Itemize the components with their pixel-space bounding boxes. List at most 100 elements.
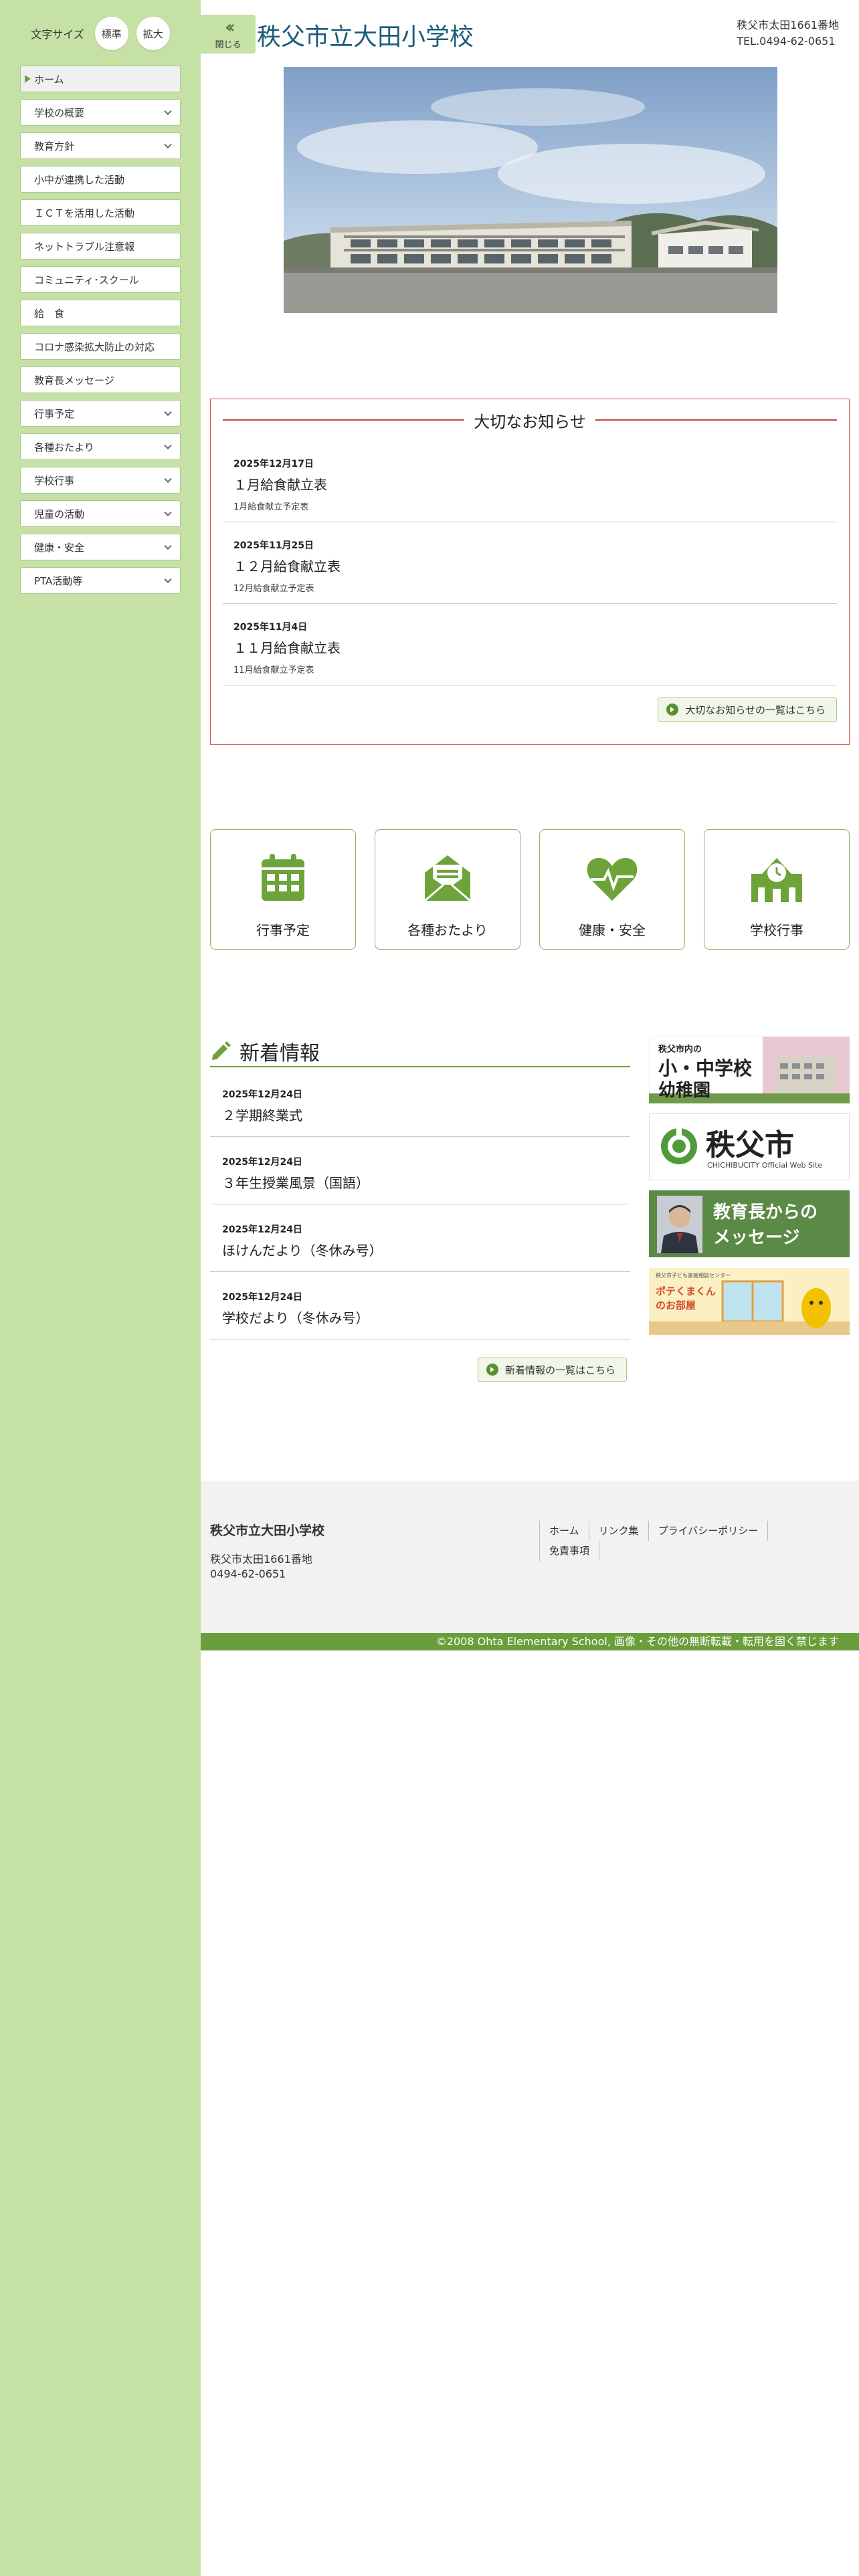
- circle-arrow-right-icon: [486, 1364, 498, 1376]
- hero-school-photo: [284, 67, 777, 313]
- news-date: 2025年12月24日: [222, 1157, 302, 1168]
- news-more-label: 新着情報の一覧はこちら: [505, 1364, 616, 1376]
- news-item[interactable]: 2025年12月24日 学校だより（冬休み号）: [210, 1273, 630, 1339]
- sidebar-item[interactable]: 学校行事: [20, 467, 181, 494]
- news-title-text[interactable]: ほけんだより（冬休み号）: [222, 1240, 383, 1259]
- news-title-text[interactable]: ２学期終業式: [222, 1105, 302, 1124]
- notice-date: 2025年11月4日: [233, 622, 308, 633]
- close-sidebar-button[interactable]: ‹‹ 閉じる: [201, 15, 256, 53]
- city-emblem-icon: [661, 1128, 697, 1164]
- sidebar-item-label: 健康・安全: [34, 541, 85, 554]
- banner-schools-line3: 幼稚園: [658, 1081, 711, 1101]
- notice-title[interactable]: １１月給食献立表: [233, 637, 341, 657]
- banner-message-line1: 教育長からの: [713, 1202, 818, 1222]
- sidebar-item[interactable]: コロナ感染拡大防止の対応: [20, 333, 181, 360]
- chevron-down-icon[interactable]: [164, 107, 172, 116]
- sidebar-item[interactable]: 各種おたより: [20, 433, 181, 460]
- notice-item[interactable]: 2025年11月25日 １２月給食献立表 12月給食献立予定表: [223, 522, 837, 604]
- notices-heading: 大切なお知らせ: [223, 410, 837, 431]
- close-label: 閉じる: [215, 39, 242, 50]
- notice-title[interactable]: １月給食献立表: [233, 474, 327, 494]
- superintendent-portrait: [657, 1196, 702, 1253]
- news-more-button[interactable]: 新着情報の一覧はこちら: [478, 1358, 628, 1382]
- notices-title: 大切なお知らせ: [474, 412, 586, 431]
- heart-pulse-icon: [587, 858, 638, 901]
- sidebar-item[interactable]: ホーム: [20, 66, 181, 92]
- sidebar-item-label: 教育長メッセージ: [34, 374, 114, 387]
- chevron-down-icon[interactable]: [164, 441, 172, 450]
- footer-link-home[interactable]: ホーム: [539, 1521, 589, 1541]
- quick-link-events[interactable]: 行事予定: [210, 829, 356, 950]
- sidebar-item[interactable]: 教育長メッセージ: [20, 366, 181, 393]
- news-date: 2025年12月24日: [222, 1089, 302, 1100]
- chevron-down-icon[interactable]: [164, 408, 172, 417]
- chevron-down-icon[interactable]: [164, 542, 172, 550]
- notice-title[interactable]: １２月給食献立表: [233, 556, 341, 575]
- banner-schools-line1: 秩父市内の: [658, 1045, 702, 1055]
- footer-link-privacy[interactable]: プライバシーポリシー: [648, 1521, 769, 1541]
- news-title-text[interactable]: ３年生授業風景（国語）: [222, 1172, 369, 1192]
- banner-message-line2: メッセージ: [713, 1228, 800, 1248]
- sidebar-item[interactable]: 児童の活動: [20, 500, 181, 527]
- notice-item[interactable]: 2025年12月17日 １月給食献立表 1月給食献立予定表: [223, 441, 837, 522]
- sidebar: 文字サイズ 標準 拡大 ホーム学校の概要教育方針小中が連携した活動 ＩＣＴを活用し…: [0, 0, 201, 2576]
- footer-link-disclaimer[interactable]: 免責事項: [539, 1541, 600, 1561]
- banner-chichibu-city[interactable]: 秩父市 CHICHIBUCITY Official Web Site: [649, 1113, 850, 1180]
- quick-link-health[interactable]: 健康・安全: [539, 829, 685, 950]
- header-tel: TEL.0494-62-0651: [737, 35, 836, 47]
- pencil-icon: [212, 1041, 231, 1060]
- sidebar-item[interactable]: 給 食: [20, 300, 181, 326]
- news-title-text[interactable]: 学校だより（冬休み号）: [222, 1307, 369, 1327]
- chevron-down-icon[interactable]: [164, 140, 172, 149]
- footer-links: ホーム リンク集 プライバシーポリシー免責事項: [539, 1521, 847, 1561]
- font-size-label: 文字サイズ: [31, 28, 84, 41]
- sidebar-item[interactable]: 行事予定: [20, 400, 181, 427]
- quick-link-label: 各種おたより: [407, 922, 488, 938]
- notice-subtitle: 1月給食献立予定表: [233, 502, 309, 512]
- quick-link-letters[interactable]: 各種おたより: [375, 829, 520, 950]
- sidebar-item[interactable]: 学校の概要: [20, 99, 181, 126]
- banner-schools[interactable]: 秩父市内の 小・中学校 幼稚園: [649, 1037, 850, 1103]
- chevron-down-icon[interactable]: [164, 475, 172, 484]
- site-title[interactable]: 秩父市立大田小学校: [257, 17, 474, 52]
- notices-more-button[interactable]: 大切なお知らせの一覧はこちら: [658, 697, 837, 722]
- chevron-down-icon[interactable]: [164, 508, 172, 517]
- active-marker-icon: [25, 75, 31, 83]
- sidebar-item[interactable]: ＩＣＴを活用した活動: [20, 199, 181, 226]
- quick-link-label: 行事予定: [256, 922, 310, 938]
- font-size-normal-button[interactable]: 標準: [94, 17, 128, 50]
- sidebar-item[interactable]: PTA活動等: [20, 567, 181, 594]
- quick-link-school-events[interactable]: 学校行事: [704, 829, 850, 950]
- banner-superintendent-message[interactable]: 教育長からの メッセージ: [649, 1190, 850, 1257]
- quick-link-label: 学校行事: [750, 922, 803, 938]
- header-address: 秩父市太田1661番地: [737, 19, 839, 31]
- sidebar-item[interactable]: 教育方針: [20, 132, 181, 159]
- news-item[interactable]: 2025年12月24日 ほけんだより（冬休み号）: [210, 1205, 630, 1272]
- sidebar-item[interactable]: 小中が連携した活動: [20, 166, 181, 193]
- notice-item[interactable]: 2025年11月4日 １１月給食献立表 11月給食献立予定表: [223, 604, 837, 685]
- news-item[interactable]: 2025年12月24日 ３年生授業風景（国語）: [210, 1138, 630, 1204]
- sidebar-item[interactable]: ネットトラブル注意報: [20, 233, 181, 259]
- sidebar-item-label: 教育方針: [34, 140, 75, 152]
- banner-family-center[interactable]: 秩父市子ども家庭相談センター ポテくまくんのお部屋: [649, 1268, 850, 1335]
- chevron-down-icon[interactable]: [164, 575, 172, 584]
- banner-city-sub: CHICHIBUCITY Official Web Site: [707, 1161, 823, 1170]
- footer-link-links[interactable]: リンク集: [588, 1521, 649, 1541]
- double-chevron-left-icon: ‹‹: [225, 17, 235, 37]
- notice-subtitle: 11月給食献立予定表: [233, 665, 314, 675]
- sidebar-item[interactable]: 健康・安全: [20, 534, 181, 560]
- quick-link-label: 健康・安全: [579, 922, 646, 938]
- sidebar-item-label: コミュニティ･スクール: [34, 274, 139, 286]
- sidebar-item-label: 行事予定: [34, 407, 75, 420]
- sidebar-item[interactable]: コミュニティ･スクール: [20, 266, 181, 293]
- sidebar-item-label: PTA活動等: [34, 574, 83, 587]
- heading-rule: [223, 419, 465, 421]
- sidebar-item-label: 児童の活動: [34, 508, 85, 520]
- important-notices-panel: 大切なお知らせ 2025年12月17日 １月給食献立表 1月給食献立予定表 20…: [210, 399, 850, 745]
- banner-family-title: ポテくまくんのお部屋: [656, 1285, 717, 1311]
- heading-rule: [595, 419, 837, 421]
- font-size-large-button[interactable]: 拡大: [136, 17, 170, 50]
- news-item[interactable]: 2025年12月24日 ２学期終業式: [210, 1070, 630, 1137]
- news-title: 新着情報: [240, 1042, 320, 1065]
- sidebar-item-label: ホーム: [34, 73, 64, 86]
